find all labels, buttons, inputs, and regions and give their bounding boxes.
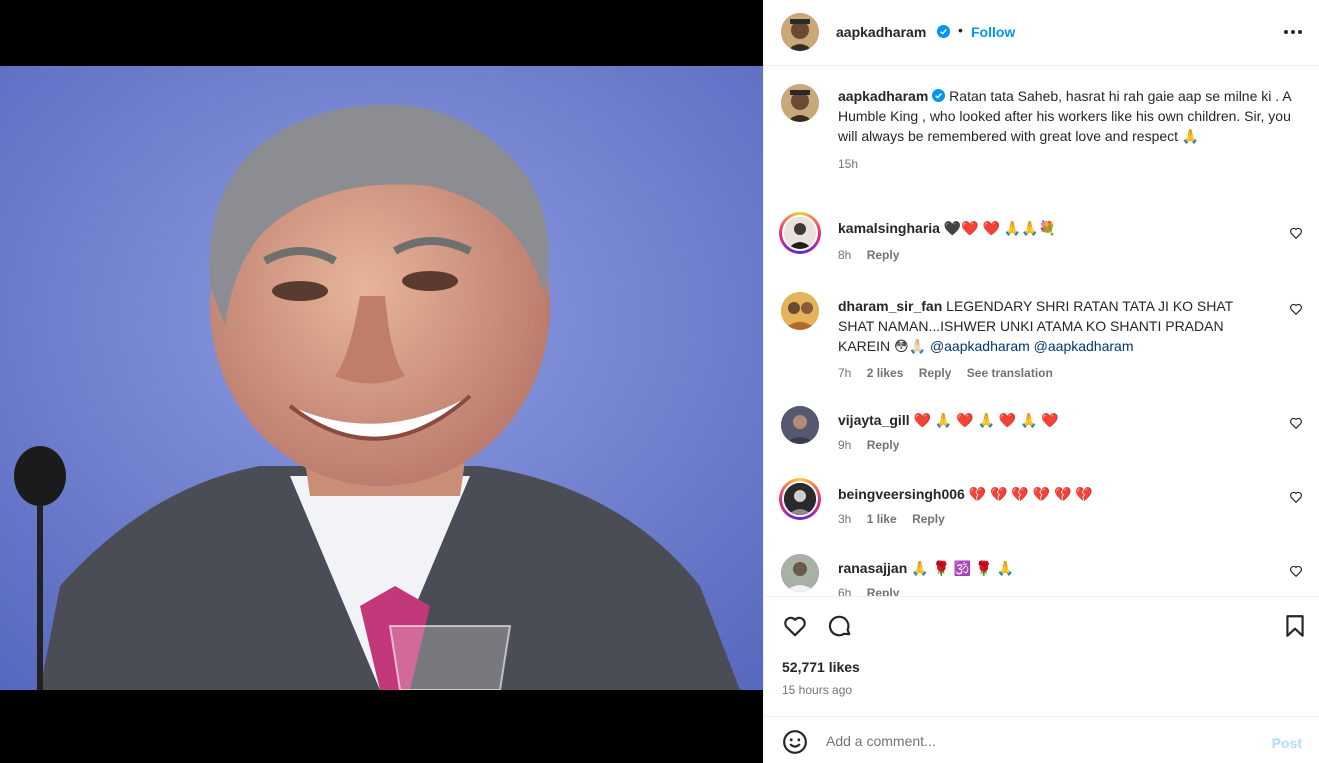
comment-username[interactable]: dharam_sir_fan	[838, 298, 942, 314]
commenter-avatar[interactable]	[781, 554, 819, 592]
post-actions: 52,771 likes 15 hours ago	[764, 596, 1319, 716]
post-photo[interactable]	[0, 66, 763, 690]
reply-button[interactable]: Reply	[867, 438, 900, 452]
post-side-panel: aapkadharam • Follow aapkadharam Ratan t…	[763, 0, 1319, 763]
comment-body: ❤️ 🙏 ❤️ 🙏 ❤️ 🙏 ❤️	[913, 412, 1059, 428]
avatar-image	[784, 217, 816, 249]
comment-text: kamalsingharia 🖤❤️ ❤️ 🙏🙏💐	[838, 218, 1258, 238]
emoji-icon[interactable]	[782, 729, 808, 755]
reply-button[interactable]: Reply	[867, 248, 900, 262]
avatar-image	[781, 406, 819, 444]
comment-body: 🙏 🌹 🕉️ 🌹 🙏	[911, 560, 1014, 576]
caption-author-avatar[interactable]	[781, 84, 819, 122]
comment-body: 💔 💔 💔 💔 💔 💔	[968, 486, 1093, 502]
instagram-post-view: aapkadharam • Follow aapkadharam Ratan t…	[0, 0, 1319, 763]
commenter-avatar	[782, 481, 818, 517]
avatar-image	[784, 483, 816, 515]
comment-meta: 7h 2 likes Reply See translation	[838, 366, 1065, 380]
commenter-avatar	[782, 215, 818, 251]
post-header: aapkadharam • Follow	[764, 0, 1319, 66]
author-username[interactable]: aapkadharam	[836, 24, 926, 40]
avatar-image	[781, 292, 819, 330]
comment-text: beingveersingh006 💔 💔 💔 💔 💔 💔	[838, 484, 1258, 504]
comment-meta: 3h 1 like Reply	[838, 512, 957, 526]
post-comment-button[interactable]: Post	[1272, 735, 1302, 751]
reply-button[interactable]: Reply	[867, 586, 900, 596]
caption-body: aapkadharam Ratan tata Saheb, hasrat hi …	[838, 86, 1303, 174]
comment-input[interactable]	[826, 729, 1246, 753]
comment-meta: 9h Reply	[838, 438, 911, 452]
comment-time: 3h	[838, 512, 852, 526]
post-timestamp[interactable]: 15 hours ago	[782, 683, 852, 697]
story-ring[interactable]	[779, 478, 821, 520]
reply-button[interactable]: Reply	[919, 366, 952, 380]
add-comment-bar: Post	[764, 716, 1319, 763]
separator-dot: •	[958, 22, 963, 38]
comment-time: 6h	[838, 586, 852, 596]
comment-time: 7h	[838, 366, 852, 380]
comment-username[interactable]: vijayta_gill	[838, 412, 910, 428]
bookmark-icon[interactable]	[1282, 613, 1308, 639]
comment-username[interactable]: kamalsingharia	[838, 220, 940, 236]
commenter-avatar[interactable]	[781, 292, 819, 330]
avatar-image	[781, 84, 819, 122]
reply-button[interactable]: Reply	[912, 512, 945, 526]
avatar-image	[781, 13, 819, 51]
comments-scroll-area[interactable]: aapkadharam Ratan tata Saheb, hasrat hi …	[764, 66, 1319, 596]
comment-text: vijayta_gill ❤️ 🙏 ❤️ 🙏 ❤️ 🙏 ❤️	[838, 410, 1258, 430]
heart-icon[interactable]	[782, 613, 808, 639]
story-ring[interactable]	[779, 212, 821, 254]
comment-body: 🖤❤️ ❤️ 🙏🙏💐	[943, 220, 1057, 236]
caption-timestamp: 15h	[838, 157, 859, 171]
comment-like-heart-icon[interactable]	[1289, 564, 1303, 578]
caption-username[interactable]: aapkadharam	[838, 88, 928, 104]
comment-likes-count[interactable]: 2 likes	[867, 366, 904, 380]
see-translation-button[interactable]: See translation	[967, 366, 1053, 380]
portrait-illustration	[0, 66, 763, 690]
caption-meta: 15h	[838, 154, 1303, 174]
comment-text: dharam_sir_fan LEGENDARY SHRI RATAN TATA…	[838, 296, 1258, 356]
mention-link[interactable]: @aapkadharam	[1034, 338, 1134, 354]
comment-meta: 8h Reply	[838, 248, 911, 262]
more-options-icon[interactable]	[1284, 30, 1302, 34]
comment-username[interactable]: ranasajjan	[838, 560, 907, 576]
comment-time: 8h	[838, 248, 852, 262]
comment-like-heart-icon[interactable]	[1289, 302, 1303, 316]
post-media	[0, 0, 763, 763]
comment-like-heart-icon[interactable]	[1289, 226, 1303, 240]
comment-like-heart-icon[interactable]	[1289, 490, 1303, 504]
comment-likes-count[interactable]: 1 like	[867, 512, 897, 526]
mention-link[interactable]: @aapkadharam	[930, 338, 1030, 354]
comment-like-heart-icon[interactable]	[1289, 416, 1303, 430]
commenter-avatar[interactable]	[781, 406, 819, 444]
verified-badge-icon	[937, 25, 950, 38]
comment-icon[interactable]	[827, 613, 853, 639]
comment-meta: 6h Reply	[838, 586, 911, 596]
avatar-image	[781, 554, 819, 592]
likes-count[interactable]: 52,771 likes	[782, 659, 860, 675]
follow-button[interactable]: Follow	[971, 24, 1015, 40]
comment-text: ranasajjan 🙏 🌹 🕉️ 🌹 🙏	[838, 558, 1258, 578]
verified-badge-icon	[932, 89, 946, 102]
author-avatar[interactable]	[781, 13, 819, 51]
comment-username[interactable]: beingveersingh006	[838, 486, 965, 502]
comment-time: 9h	[838, 438, 852, 452]
